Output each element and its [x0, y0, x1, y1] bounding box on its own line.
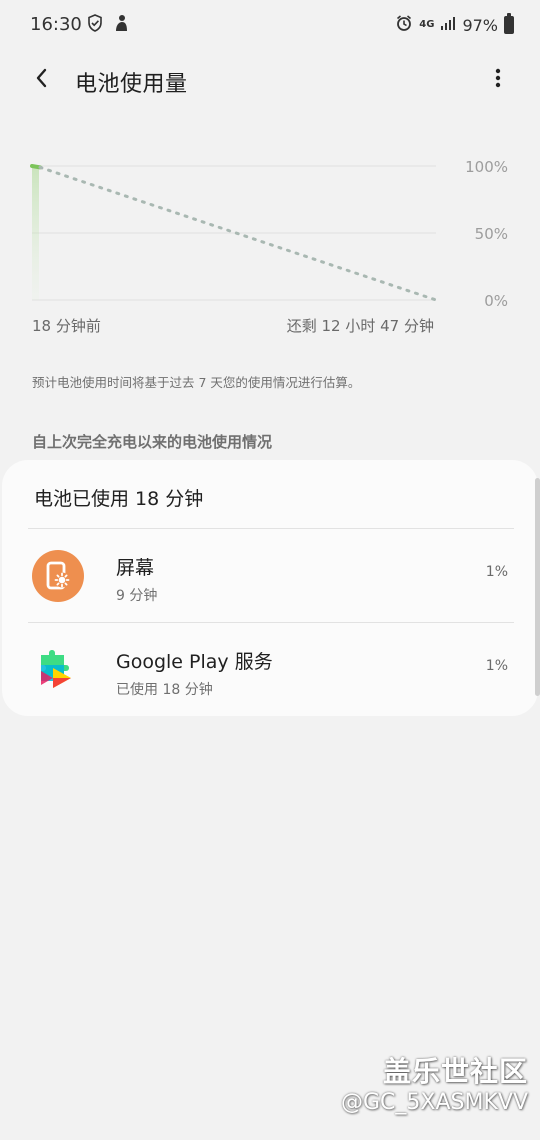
- status-right: 4G 97%: [395, 13, 514, 36]
- list-item-title: 屏幕: [116, 557, 155, 579]
- shield-check-icon: [86, 14, 104, 36]
- network-type: 4G: [419, 19, 435, 30]
- usage-card: 电池已使用 18 分钟 屏幕 9 分钟 1% Google Play 服务 已使…: [2, 460, 538, 716]
- y-tick-label: 100%: [465, 158, 508, 176]
- app-bar: 电池使用量: [0, 52, 540, 108]
- status-time: 16:30: [30, 14, 82, 35]
- list-item-title: Google Play 服务: [116, 651, 273, 673]
- list-item-detail: 9 分钟: [116, 588, 158, 604]
- back-button[interactable]: [28, 66, 56, 94]
- more-options-button[interactable]: [484, 66, 512, 94]
- list-item-google-play-services[interactable]: Google Play 服务 已使用 18 分钟 1%: [2, 623, 538, 715]
- chart-plot: 100% 50% 0%: [30, 158, 508, 310]
- page-title: 电池使用量: [75, 72, 188, 97]
- y-tick-label: 0%: [484, 292, 508, 310]
- watermark-brand: 盖乐世社区: [382, 1055, 528, 1088]
- watermark-user: @GC_5XASMKVV: [341, 1090, 528, 1115]
- person-icon: [112, 14, 130, 36]
- chevron-left-icon: [30, 66, 54, 94]
- used-series-area: [32, 166, 39, 300]
- section-header: 自上次完全充电以来的电池使用情况: [32, 433, 273, 451]
- chart-x-end-label: 还剩 12 小时 47 分钟: [286, 317, 434, 335]
- battery-chart: 100% 50% 0% 18 分钟前 还剩 12 小时 47 分钟: [0, 140, 540, 350]
- list-item-percent: 1%: [485, 564, 508, 580]
- status-left-icons: [86, 14, 130, 36]
- scrollbar[interactable]: [535, 478, 540, 696]
- list-item-percent: 1%: [485, 658, 508, 674]
- battery-percent: 97%: [462, 15, 498, 35]
- list-item-screen[interactable]: 屏幕 9 分钟 1%: [2, 529, 538, 621]
- list-item-detail: 已使用 18 分钟: [116, 682, 213, 698]
- battery-icon: [504, 13, 514, 34]
- puzzle-icon: [31, 643, 85, 697]
- status-bar: 16:30 4G 97%: [0, 0, 540, 52]
- alarm-icon: [395, 14, 413, 36]
- screen-brightness-icon: [31, 549, 85, 603]
- projection-series-line: [38, 165, 438, 302]
- signal-icon: [440, 15, 456, 35]
- chart-x-start-label: 18 分钟前: [32, 317, 101, 335]
- card-title: 电池已使用 18 分钟: [34, 488, 204, 510]
- more-vert-icon: [486, 66, 510, 94]
- estimation-note: 预计电池使用时间将基于过去 7 天您的使用情况进行估算。: [32, 375, 361, 390]
- y-tick-label: 50%: [475, 225, 508, 243]
